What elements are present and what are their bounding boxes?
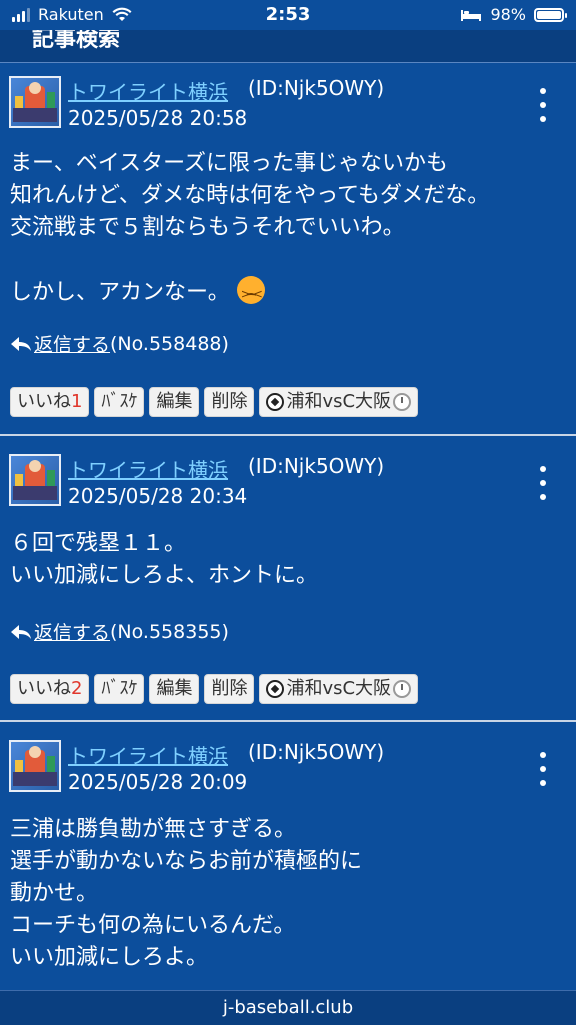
confounded-face-emoji-icon xyxy=(236,276,265,310)
post-line: 選手が動かないならお前が積極的に xyxy=(10,849,363,874)
post-line: 知れんけど、ダメな時は何をやってもダメだな。 xyxy=(10,183,490,208)
post-date: 2025/05/28 20:34 xyxy=(68,484,248,508)
post-line: いい加減にしろよ。 xyxy=(10,945,209,970)
post-date: 2025/05/28 20:09 xyxy=(68,770,248,794)
reply-arrow-icon xyxy=(11,336,31,351)
post-line: 交流戦まで５割ならもうそれでいいわ。 xyxy=(10,215,405,240)
battery-icon xyxy=(534,7,567,22)
more-options-icon[interactable] xyxy=(530,752,556,786)
post-number: (No.558355) xyxy=(110,620,229,643)
page-header: 記事検索 xyxy=(0,28,576,63)
delete-button[interactable]: 削除 xyxy=(204,674,255,704)
user-id: (ID:Njk5OWY) xyxy=(248,76,385,100)
basket-button[interactable]: ﾊﾞｽｹ xyxy=(94,674,145,704)
post-divider xyxy=(0,720,576,722)
post-date: 2025/05/28 20:58 xyxy=(68,106,248,130)
clock-icon xyxy=(393,393,412,411)
delete-button[interactable]: 削除 xyxy=(204,387,255,417)
basket-button[interactable]: ﾊﾞｽｹ xyxy=(94,387,145,417)
clock-icon xyxy=(393,680,412,698)
username-link[interactable]: トワイライト横浜 xyxy=(68,740,228,769)
post-line: ６回で残塁１１。 xyxy=(10,531,187,556)
reply-link[interactable]: 返信する xyxy=(34,618,110,645)
soccer-ball-icon xyxy=(266,393,285,411)
avatar[interactable] xyxy=(9,740,61,792)
username-link[interactable]: トワイライト横浜 xyxy=(68,454,228,483)
site-footer: j-baseball.club xyxy=(0,990,576,1025)
post-divider xyxy=(0,434,576,436)
post-line: 三浦は勝負勘が無さすぎる。 xyxy=(10,817,297,842)
post-body: ６回で残塁１１。 いい加減にしろよ、ホントに。 xyxy=(10,528,318,592)
status-bar: Rakuten 2:53 98% xyxy=(0,0,576,30)
action-buttons: いいね 1 ﾊﾞｽｹ 編集 削除 浦和vsC大阪 xyxy=(10,387,419,417)
post-line: コーチも何の為にいるんだ。 xyxy=(10,913,296,938)
post-body: 三浦は勝負勘が無さすぎる。 選手が動かないならお前が積極的に 動かせ。 コーチも… xyxy=(10,814,362,974)
bed-icon xyxy=(461,9,482,21)
action-buttons: いいね 2 ﾊﾞｽｹ 編集 削除 浦和vsC大阪 xyxy=(10,674,419,704)
like-count: 2 xyxy=(71,678,83,699)
avatar[interactable] xyxy=(9,454,61,506)
post-line: 動かせ。 xyxy=(10,881,99,906)
edit-button[interactable]: 編集 xyxy=(149,387,200,417)
user-id: (ID:Njk5OWY) xyxy=(248,454,385,478)
site-domain[interactable]: j-baseball.club xyxy=(223,997,353,1018)
post-body: まー、ベイスターズに限った事じゃないかも 知れんけど、ダメな時は何をやってもダメ… xyxy=(10,148,490,310)
match-button[interactable]: 浦和vsC大阪 xyxy=(259,674,419,704)
post-line: いい加減にしろよ、ホントに。 xyxy=(10,563,319,588)
user-id: (ID:Njk5OWY) xyxy=(248,740,385,764)
soccer-ball-icon xyxy=(266,680,285,698)
avatar[interactable] xyxy=(9,76,61,128)
post-line: しかし、アカンなー。 xyxy=(10,280,230,305)
match-button[interactable]: 浦和vsC大阪 xyxy=(259,387,419,417)
post-number: (No.558488) xyxy=(110,332,229,355)
reply-link[interactable]: 返信する xyxy=(34,330,110,357)
more-options-icon[interactable] xyxy=(530,466,556,500)
post-line: まー、ベイスターズに限った事じゃないかも xyxy=(10,151,449,176)
battery-percent: 98% xyxy=(490,5,526,24)
reply-row: 返信する (No.558355) xyxy=(10,618,229,645)
reply-arrow-icon xyxy=(11,624,31,639)
like-button[interactable]: いいね 1 xyxy=(10,387,90,417)
edit-button[interactable]: 編集 xyxy=(149,674,200,704)
more-options-icon[interactable] xyxy=(530,88,556,122)
like-count: 1 xyxy=(71,391,83,412)
username-link[interactable]: トワイライト横浜 xyxy=(68,76,228,105)
like-button[interactable]: いいね 2 xyxy=(10,674,90,704)
reply-row: 返信する (No.558488) xyxy=(10,330,229,357)
